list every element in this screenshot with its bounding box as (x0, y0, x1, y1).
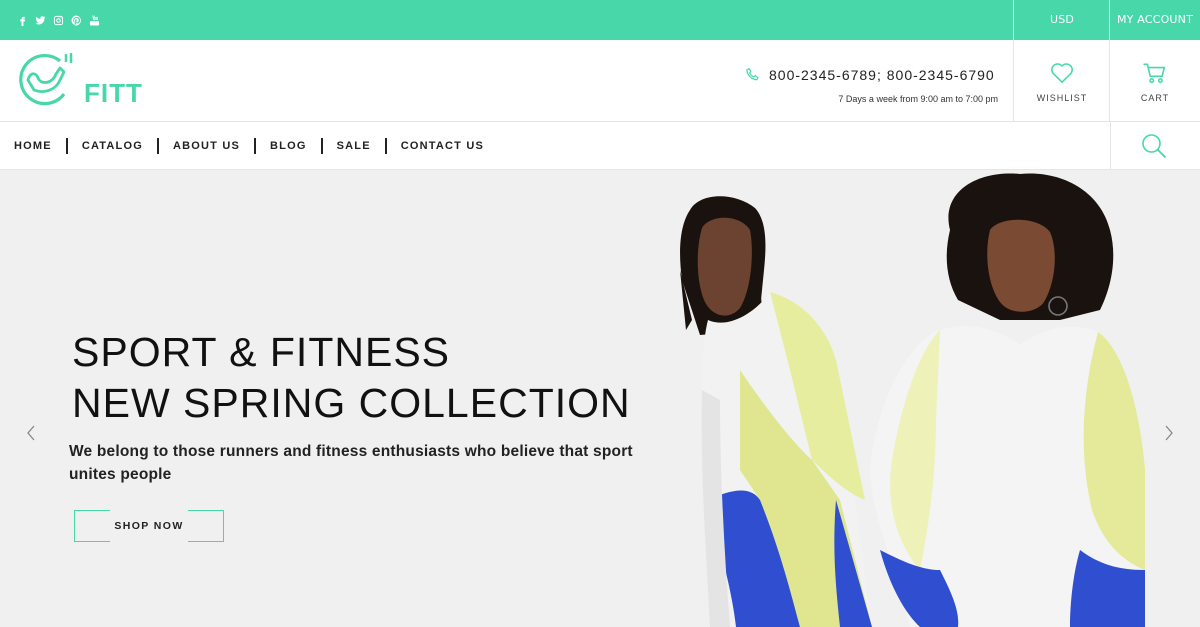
slider-next-button[interactable] (1162, 422, 1176, 444)
pinterest-icon[interactable] (70, 14, 82, 26)
slider-prev-button[interactable] (24, 422, 38, 444)
currency-selector[interactable]: USD (1014, 0, 1110, 40)
cart-label: CART (1140, 93, 1170, 103)
heart-icon (1051, 63, 1073, 83)
hero-slider: SPORT & FITNESS NEW SPRING COLLECTION We… (0, 170, 1200, 627)
model-woman-illustration (870, 173, 1145, 627)
nav-item-about-us[interactable]: ABOUT US (173, 140, 240, 152)
logo-icon (19, 53, 73, 106)
nav-divider (1110, 122, 1111, 170)
model-man-illustration (680, 196, 872, 627)
nav-separator (156, 138, 159, 154)
hero-title-line-2: NEW SPRING COLLECTION (72, 380, 631, 426)
hero-description: We belong to those runners and fitness e… (69, 443, 633, 483)
phone-numbers[interactable]: 800-2345-6789; 800-2345-6790 (769, 67, 995, 83)
nav-item-catalog[interactable]: CATALOG (82, 140, 143, 152)
logo[interactable]: FITT (16, 50, 142, 108)
nav-item-contact-us[interactable]: CONTACT US (401, 140, 484, 152)
search-icon[interactable] (1140, 132, 1168, 160)
nav-item-home[interactable]: HOME (14, 140, 52, 152)
shop-now-button[interactable]: SHOP NOW (74, 510, 224, 542)
hero-image (680, 173, 1145, 627)
nav-menu: HOME CATALOG ABOUT US BLOG SALE CONTACT … (14, 122, 484, 170)
wishlist-button[interactable]: WISHLIST (1014, 40, 1110, 122)
phone-contact: 800-2345-6789; 800-2345-6790 (744, 66, 995, 84)
cart-button[interactable]: CART (1107, 40, 1200, 122)
chevron-right-icon (1165, 425, 1173, 441)
top-bar: USD MY ACCOUNT (0, 0, 1200, 40)
hero-title-line-1: SPORT & FITNESS (72, 329, 451, 375)
twitter-icon[interactable] (34, 14, 46, 26)
my-account-link[interactable]: MY ACCOUNT (1110, 0, 1200, 40)
nav-separator (384, 138, 387, 154)
shop-now-label: SHOP NOW (114, 520, 184, 532)
social-links (16, 14, 100, 26)
cart-icon (1143, 63, 1166, 84)
instagram-icon[interactable] (52, 14, 64, 26)
site-header: FITT 800-2345-6789; 800-2345-6790 7 Days… (0, 40, 1200, 122)
nav-separator (65, 138, 68, 154)
youtube-icon[interactable] (88, 14, 100, 26)
chevron-left-icon (27, 425, 35, 441)
wishlist-label: WISHLIST (1036, 93, 1088, 103)
nav-separator (320, 138, 323, 154)
nav-separator (254, 138, 257, 154)
logo-text: FITT (84, 78, 143, 108)
main-nav: HOME CATALOG ABOUT US BLOG SALE CONTACT … (0, 122, 1200, 170)
facebook-icon[interactable] (16, 14, 28, 26)
opening-hours: 7 Days a week from 9:00 am to 7:00 pm (838, 94, 998, 104)
nav-item-blog[interactable]: BLOG (270, 140, 307, 152)
phone-icon (746, 68, 759, 81)
nav-item-sale[interactable]: SALE (337, 140, 371, 152)
